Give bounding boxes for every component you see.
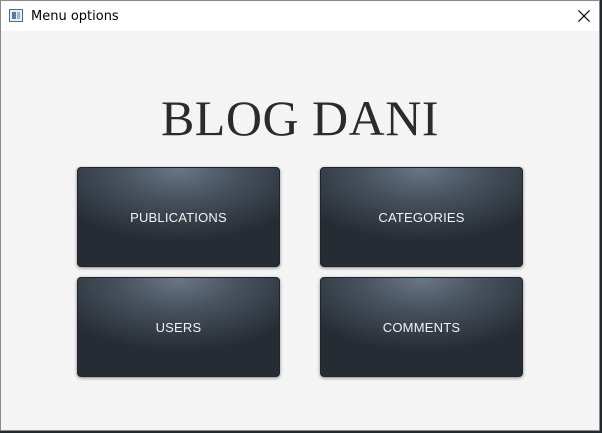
comments-button[interactable]: COMMENTS <box>320 277 523 377</box>
comments-button-label: COMMENTS <box>382 319 461 335</box>
close-icon <box>578 10 590 22</box>
menu-panel: BLOG DANI PUBLICATIONS CATEGORIES USERS … <box>1 31 599 430</box>
page-title: BLOG DANI <box>160 90 440 146</box>
app-window-icon <box>9 9 23 22</box>
categories-button[interactable]: CATEGORIES <box>320 167 523 267</box>
publications-button[interactable]: PUBLICATIONS <box>77 167 280 267</box>
users-button[interactable]: USERS <box>77 277 280 377</box>
publications-button-label: PUBLICATIONS <box>130 209 227 225</box>
users-button-label: USERS <box>155 319 202 335</box>
app-window: Menu options BLOG DANI PUBLICATIONS CATE… <box>0 0 600 431</box>
categories-button-label: CATEGORIES <box>378 209 465 225</box>
title-bar[interactable]: Menu options <box>1 1 599 31</box>
window-title: Menu options <box>31 9 119 24</box>
close-button[interactable] <box>569 1 599 31</box>
